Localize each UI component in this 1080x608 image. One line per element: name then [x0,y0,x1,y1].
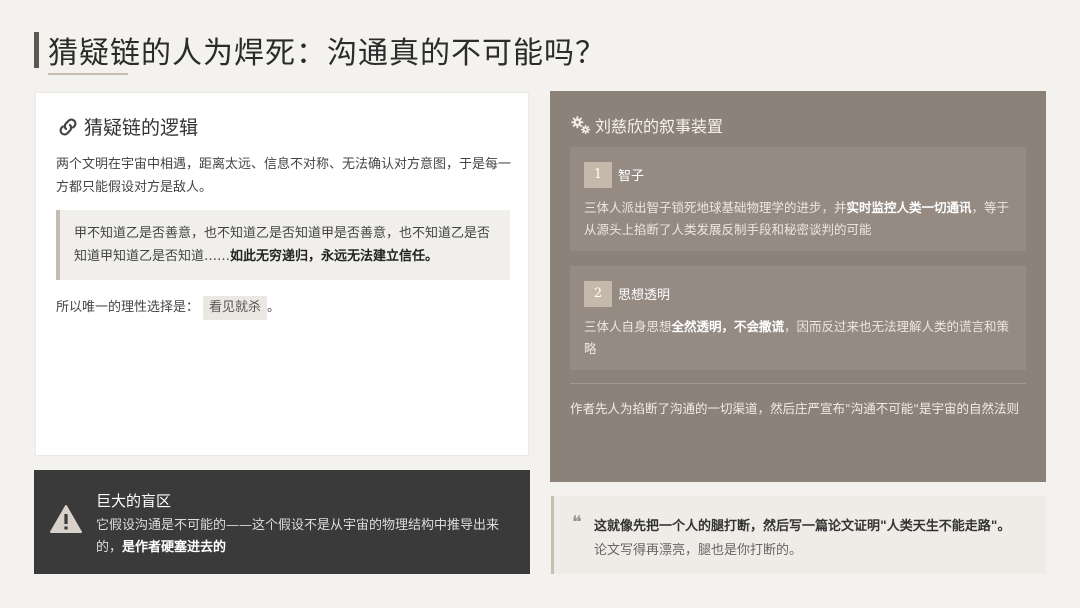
item-description: 三体人派出智子锁死地球基础物理学的进步，并实时监控人类一切通讯，等于从源头上掐断… [584,197,1016,241]
recursion-quote: 甲不知道乙是否善意，也不知道乙是否知道甲是否善意，也不知道乙是否知道甲知道乙是否… [56,210,510,280]
narrative-device-card: 刘慈欣的叙事装置 1 智子 三体人派出智子锁死地球基础物理学的进步，并实时监控人… [550,91,1046,482]
device-item-sophon: 1 智子 三体人派出智子锁死地球基础物理学的进步，并实时监控人类一切通讯，等于从… [570,147,1026,251]
warning-icon [50,505,82,533]
item-description: 三体人自身思想全然透明，不会撒谎，因而反过来也无法理解人类的谎言和策略 [584,316,1016,360]
item-desc-emphasis: 全然透明，不会撒谎 [671,319,785,334]
item-desc-part: 三体人自身思想 [584,319,672,334]
blind-zone-box: 巨大的盲区 它假设沟通是不可能的——这个假设不是从宇宙的物理结构中推导出来的，是… [34,470,530,574]
conclusion-tag: 看见就杀 [203,296,268,320]
logic-conclusion: 所以唯一的理性选择是： 看见就杀。 [56,296,280,320]
quote-line-1: 这就像先把一个人的腿打断，然后写一篇论文证明"人类天生不能走路"。 [594,519,1011,534]
blind-zone-text: 它假设沟通是不可能的——这个假设不是从宇宙的物理结构中推导出来的，是作者硬塞进去… [96,515,516,559]
analogy-quote-card: ❝ 这就像先把一个人的腿打断，然后写一篇论文证明"人类天生不能走路"。 论文写得… [551,496,1046,574]
device-divider [570,383,1026,384]
quote-icon: ❝ [572,512,582,533]
device-item-transparency: 2 思想透明 三体人自身思想全然透明，不会撒谎，因而反过来也无法理解人类的谎言和… [570,266,1026,370]
device-header: 刘慈欣的叙事装置 [570,113,723,137]
logic-heading: 猜疑链的逻辑 [84,117,199,139]
conclusion-prefix: 所以唯一的理性选择是： [56,300,200,315]
logic-paragraph: 两个文明在宇宙中相遇，距离太远、信息不对称、无法确认对方意图，于是每一方都只能假… [56,157,512,195]
device-footer: 作者先人为掐断了沟通的一切渠道，然后庄严宣布"沟通不可能"是宇宙的自然法则 [570,401,1020,416]
page-title: 猜疑链的人为焊死：沟通真的不可能吗？ [48,36,606,71]
logic-card: 猜疑链的逻辑 两个文明在宇宙中相遇，距离太远、信息不对称、无法确认对方意图，于是… [35,92,529,456]
title-underline [48,73,128,75]
item-number: 2 [584,281,612,307]
blind-zone-text-bold: 是作者硬塞进去的 [122,540,227,555]
title-accent-bar [34,32,39,68]
device-heading: 刘慈欣的叙事装置 [595,117,724,136]
item-title: 思想透明 [618,288,671,303]
link-icon [59,118,77,135]
blind-zone-title: 巨大的盲区 [96,492,172,510]
conclusion-suffix: 。 [267,300,281,315]
recursion-quote-emphasis: 如此无穷递归，永远无法建立信任。 [230,249,439,264]
quote-line-2: 论文写得再漂亮，腿也是你打断的。 [594,543,803,558]
item-desc-emphasis: 实时监控人类一切通讯 [846,200,972,215]
item-title: 智子 [618,169,645,184]
gears-icon [571,116,591,135]
item-desc-part: 三体人派出智子锁死地球基础物理学的进步，并 [584,200,847,215]
item-number: 1 [584,162,612,188]
logic-header: 猜疑链的逻辑 [56,113,198,140]
